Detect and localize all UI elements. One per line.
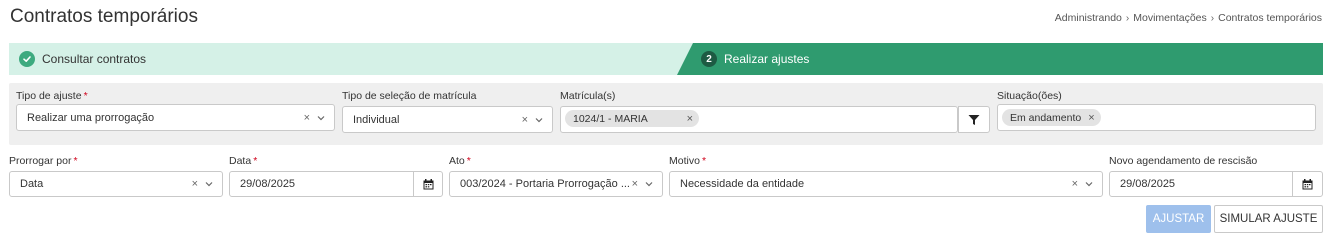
matriculas-label: Matrícula(s) (560, 90, 616, 102)
situacao-tag-label: Em andamento (1010, 111, 1082, 124)
ato-label: Ato * (449, 155, 471, 167)
filter-button[interactable] (958, 106, 990, 133)
tipo-selecao-label: Tipo de seleção de matrícula (342, 90, 477, 102)
chevron-down-icon[interactable] (316, 113, 326, 123)
motivo-label: Motivo * (669, 155, 707, 167)
breadcrumb-item-movimentacoes[interactable]: Movimentações (1133, 12, 1207, 24)
clear-icon[interactable]: × (632, 178, 638, 190)
chevron-down-icon[interactable] (644, 179, 654, 189)
step2-label: Realizar ajustes (724, 52, 810, 66)
situacoes-multiselect[interactable]: Em andamento × (997, 104, 1316, 131)
step-consultar-contratos[interactable]: Consultar contratos (9, 43, 709, 75)
simular-ajuste-button[interactable]: SIMULAR AJUSTE (1214, 205, 1323, 233)
novo-agendamento-input[interactable]: 29/08/2025 (1109, 171, 1293, 197)
ajustar-button[interactable]: AJUSTAR (1146, 205, 1211, 233)
situacoes-label: Situação(ões) (997, 90, 1062, 102)
remove-tag-icon[interactable]: × (687, 113, 693, 125)
chevron-down-icon[interactable] (534, 115, 544, 125)
data-label: Data * (229, 155, 258, 167)
data-input[interactable]: 29/08/2025 (229, 171, 414, 197)
tipo-selecao-value: Individual (353, 113, 400, 126)
check-icon (19, 51, 35, 67)
required-marker: * (466, 155, 471, 167)
prorrogar-por-select[interactable]: Data × (9, 171, 223, 197)
breadcrumb-item-administrando[interactable]: Administrando (1055, 12, 1122, 24)
breadcrumb: Administrando › Movimentações › Contrato… (1055, 12, 1322, 24)
ato-value: 003/2024 - Portaria Prorrogação ... (460, 178, 630, 190)
step1-label: Consultar contratos (42, 52, 147, 66)
prorrogar-por-value: Data (20, 178, 44, 190)
required-marker: * (73, 155, 78, 167)
motivo-value: Necessidade da entidade (680, 178, 805, 190)
prorrogar-por-label: Prorrogar por * (9, 155, 78, 167)
breadcrumb-item-current: Contratos temporários (1218, 12, 1322, 24)
clear-icon[interactable]: × (522, 114, 528, 126)
tipo-ajuste-label: Tipo de ajuste * (16, 90, 88, 102)
ato-select[interactable]: 003/2024 - Portaria Prorrogação ... × (449, 171, 663, 197)
step-realizar-ajustes[interactable]: 2 Realizar ajustes (677, 43, 1323, 75)
required-marker: * (83, 90, 88, 102)
required-marker: * (701, 155, 707, 167)
novo-agendamento-label: Novo agendamento de rescisão (1109, 155, 1258, 167)
page-title: Contratos temporários (10, 6, 198, 27)
matricula-tag: 1024/1 - MARIA × (565, 110, 699, 127)
chevron-right-icon: › (1210, 12, 1215, 24)
calendar-icon (1302, 178, 1313, 189)
remove-tag-icon[interactable]: × (1088, 112, 1094, 124)
tipo-selecao-select[interactable]: Individual × (342, 106, 553, 133)
tipo-ajuste-value: Realizar uma prorrogação (27, 111, 155, 124)
chevron-down-icon[interactable] (204, 179, 214, 189)
filter-icon (968, 114, 980, 125)
data-value: 29/08/2025 (240, 178, 296, 190)
novo-agendamento-calendar-button[interactable] (1292, 171, 1323, 197)
wizard-stepper: Consultar contratos 2 Realizar ajustes (9, 43, 1323, 75)
motivo-select[interactable]: Necessidade da entidade × (669, 171, 1103, 197)
novo-agendamento-value: 29/08/2025 (1120, 178, 1176, 190)
chevron-right-icon: › (1125, 12, 1130, 24)
required-marker: * (253, 155, 258, 167)
tipo-ajuste-select[interactable]: Realizar uma prorrogação × (16, 104, 335, 131)
matricula-tag-label: 1024/1 - MARIA (573, 112, 648, 125)
data-calendar-button[interactable] (413, 171, 443, 197)
matriculas-multiselect[interactable]: 1024/1 - MARIA × (560, 106, 958, 133)
clear-icon[interactable]: × (304, 112, 310, 124)
filter-panel: Tipo de ajuste * Realizar uma prorrogação… (9, 83, 1323, 145)
chevron-down-icon[interactable] (1084, 179, 1094, 189)
step-number-badge: 2 (701, 51, 717, 67)
clear-icon[interactable]: × (192, 178, 198, 190)
situacao-tag: Em andamento × (1002, 109, 1101, 126)
calendar-icon (423, 178, 433, 189)
clear-icon[interactable]: × (1072, 178, 1078, 190)
